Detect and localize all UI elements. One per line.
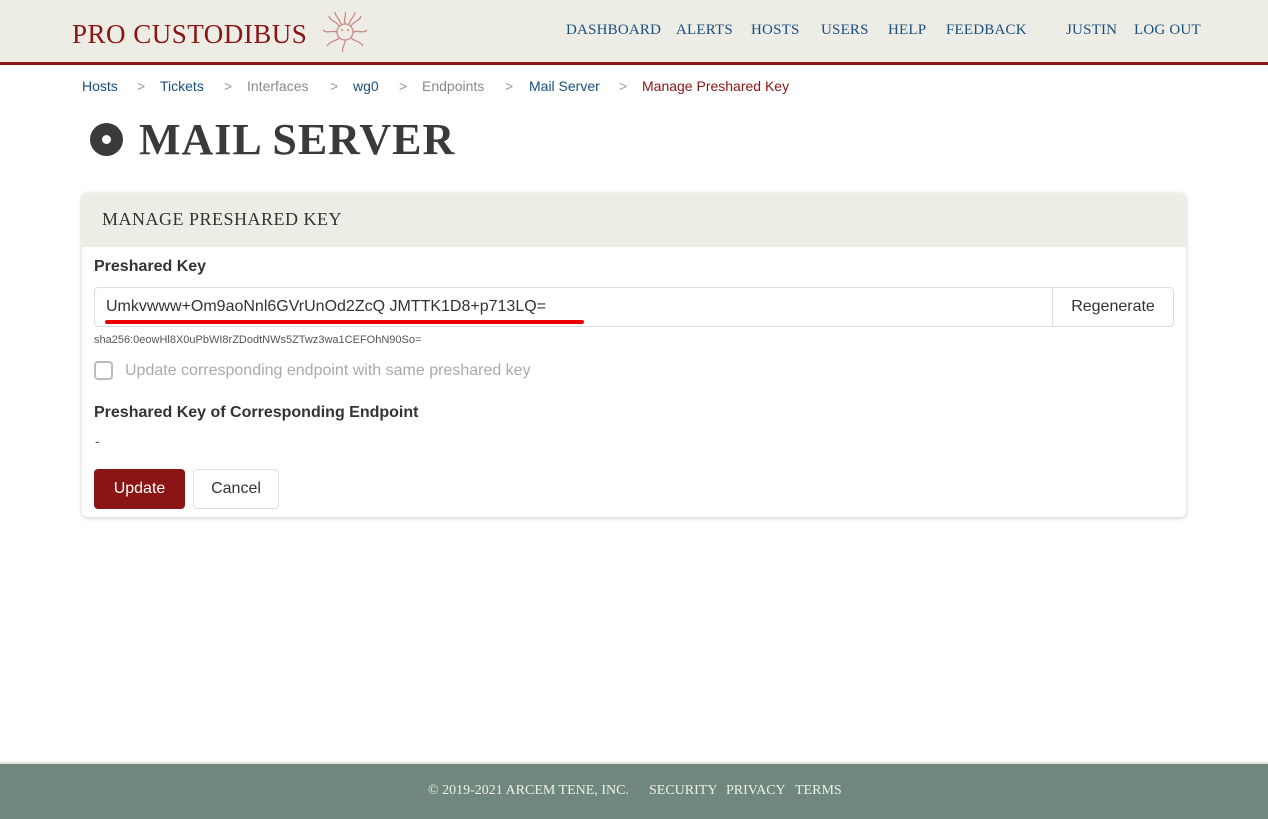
corresponding-key-label: Preshared Key of Corresponding Endpoint (94, 404, 419, 421)
footer: © 2019-2021 ARCEM TENE, INC. SECURITY PR… (0, 762, 1268, 819)
nav-users[interactable]: USERS (821, 22, 869, 39)
update-endpoint-checkbox-label[interactable]: Update corresponding endpoint with same … (125, 362, 531, 380)
breadcrumb-hosts[interactable]: Hosts (82, 78, 118, 94)
breadcrumb-separator: > (224, 78, 233, 94)
page-title: MAIL SERVER (90, 114, 455, 165)
card-header: MANAGE PRESHARED KEY (82, 193, 1186, 247)
preshared-key-label: Preshared Key (94, 258, 207, 275)
breadcrumb-separator: > (330, 78, 339, 94)
footer-copyright: © 2019-2021 ARCEM TENE, INC. (428, 783, 629, 798)
update-button[interactable]: Update (94, 469, 185, 509)
breadcrumb-interfaces: Interfaces (247, 78, 309, 94)
preshared-key-input[interactable] (94, 287, 1052, 327)
key-hash: sha256:0eowHl8X0uPbWI8rZDodtNWs5ZTwz3wa1… (94, 334, 422, 346)
update-endpoint-option: Update corresponding endpoint with same … (94, 361, 531, 380)
nav-user-account[interactable]: JUSTIN (1066, 22, 1117, 39)
footer-security-link[interactable]: SECURITY (649, 783, 717, 799)
endpoint-circle-icon (90, 123, 123, 156)
breadcrumb-separator: > (505, 78, 514, 94)
nav-alerts[interactable]: ALERTS (676, 22, 733, 39)
breadcrumb-separator: > (399, 78, 408, 94)
page-title-text: MAIL SERVER (139, 115, 456, 164)
update-endpoint-checkbox[interactable] (94, 361, 113, 380)
regenerate-button[interactable]: Regenerate (1052, 287, 1174, 327)
breadcrumb-tickets[interactable]: Tickets (160, 78, 204, 94)
footer-privacy-link[interactable]: PRIVACY (726, 783, 786, 799)
footer-terms-link[interactable]: TERMS (795, 783, 842, 799)
cancel-button[interactable]: Cancel (193, 469, 279, 509)
breadcrumb-current: Manage Preshared Key (642, 78, 790, 94)
breadcrumb-endpoints: Endpoints (422, 78, 485, 94)
main-nav: DASHBOARD ALERTS HOSTS USERS HELP FEEDBA… (0, 22, 1268, 42)
nav-logout[interactable]: LOG OUT (1134, 22, 1201, 39)
breadcrumb-mail-server[interactable]: Mail Server (529, 78, 600, 94)
breadcrumb-wg0[interactable]: wg0 (353, 78, 379, 94)
manage-preshared-key-card: MANAGE PRESHARED KEY Preshared Key Regen… (82, 193, 1186, 517)
nav-hosts[interactable]: HOSTS (751, 22, 800, 39)
breadcrumb-separator: > (137, 78, 146, 94)
nav-feedback[interactable]: FEEDBACK (946, 22, 1027, 39)
corresponding-key-value: - (95, 433, 100, 449)
breadcrumb-separator: > (619, 78, 628, 94)
preshared-key-input-group: Regenerate (94, 287, 1174, 327)
top-navbar: PRO CUSTODIBUS DASHBOARD ALERTS HOSTS US… (0, 0, 1268, 65)
nav-dashboard[interactable]: DASHBOARD (566, 22, 661, 39)
nav-help[interactable]: HELP (888, 22, 926, 39)
